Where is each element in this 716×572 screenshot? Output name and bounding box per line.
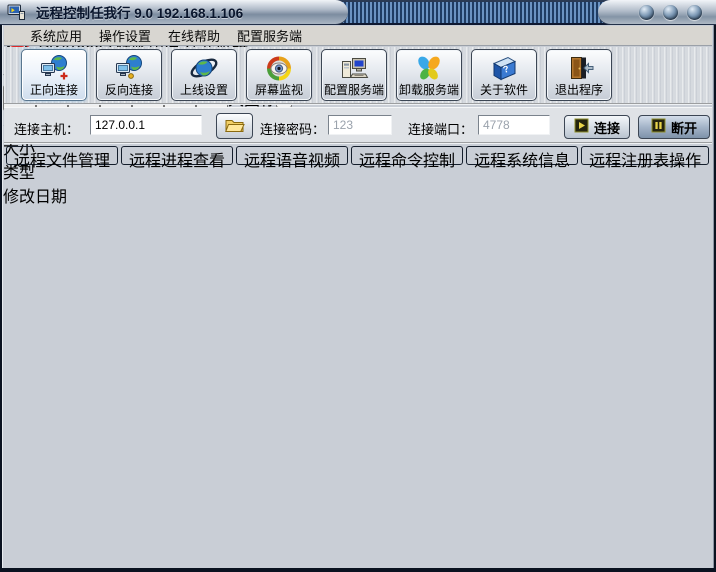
- port-input[interactable]: [478, 115, 550, 135]
- tab-4[interactable]: 远程系统信息: [466, 146, 578, 165]
- maximize-button[interactable]: [663, 5, 678, 20]
- forward-connect-icon: [39, 52, 69, 83]
- online-settings-button[interactable]: 上线设置: [171, 49, 237, 101]
- disconnect-button-label: 断开: [671, 118, 697, 137]
- connect-button-label: 连接: [594, 118, 620, 137]
- window-title: 远程控制任我行 9.0 192.168.1.106: [36, 2, 243, 22]
- screen-monitor-button[interactable]: 屏幕监视: [246, 49, 312, 101]
- uninstall-server-icon: [414, 52, 444, 83]
- toolbar-button-label: 关于软件: [480, 83, 528, 97]
- toolbar-button-label: 退出程序: [555, 83, 603, 97]
- host-label: 连接主机：: [14, 119, 79, 138]
- close-button[interactable]: [687, 5, 702, 20]
- connection-bar: 连接主机： 连接密码： 连接端口： 连接 断开: [4, 107, 712, 144]
- configure-server-icon: [339, 52, 369, 83]
- open-folder-icon: [224, 117, 245, 136]
- screen-monitor-icon: [264, 52, 294, 83]
- menu-bar: 系统应用操作设置在线帮助配置服务端: [4, 26, 712, 46]
- exit-door-button[interactable]: 退出程序: [546, 49, 612, 101]
- menu-item-3[interactable]: 配置服务端: [237, 26, 302, 45]
- toolbar-button-label: 卸载服务端: [399, 83, 459, 97]
- minimize-button[interactable]: [639, 5, 654, 20]
- app-icon: [7, 4, 26, 21]
- toolbar-button-label: 屏幕监视: [255, 83, 303, 97]
- disconnect-button[interactable]: 断开: [638, 115, 710, 139]
- about-book-icon: ?: [489, 52, 519, 83]
- configure-server-button[interactable]: 配置服务端: [321, 49, 387, 101]
- exit-door-icon: [564, 52, 594, 83]
- play-icon: [574, 118, 589, 136]
- uninstall-server-button[interactable]: 卸载服务端: [396, 49, 462, 101]
- password-input[interactable]: [328, 115, 392, 135]
- host-input[interactable]: [90, 115, 202, 135]
- toolbar-button-label: 反向连接: [105, 83, 153, 97]
- menu-item-2[interactable]: 在线帮助: [168, 26, 220, 45]
- password-label: 连接密码：: [260, 119, 325, 138]
- main-toolbar: 正向连接反向连接上线设置屏幕监视配置服务端卸载服务端?关于软件退出程序: [4, 47, 712, 105]
- tab-1[interactable]: 远程进程查看: [121, 146, 233, 165]
- reverse-connect-button[interactable]: 反向连接: [96, 49, 162, 101]
- forward-connect-button[interactable]: 正向连接: [21, 49, 87, 101]
- menu-item-0[interactable]: 系统应用: [30, 26, 82, 45]
- menu-item-1[interactable]: 操作设置: [99, 26, 151, 45]
- browse-hosts-button[interactable]: [216, 113, 253, 139]
- title-bar[interactable]: 远程控制任我行 9.0 192.168.1.106: [0, 0, 716, 25]
- pause-icon: [651, 118, 666, 136]
- online-settings-icon: [189, 52, 219, 83]
- window-body: 系统应用操作设置在线帮助配置服务端 正向连接反向连接上线设置屏幕监视配置服务端卸…: [2, 25, 714, 568]
- titlebar-right-cap: [598, 0, 716, 25]
- toolbar-button-label: 配置服务端: [324, 83, 384, 97]
- tab-2[interactable]: 远程语音视频: [236, 146, 348, 165]
- toolbar-button-label: 正向连接: [30, 83, 78, 97]
- titlebar-left-cap: 远程控制任我行 9.0 192.168.1.106: [0, 0, 348, 25]
- port-label: 连接端口：: [408, 119, 473, 138]
- toolbar-button-label: 上线设置: [180, 83, 228, 97]
- column-header-3[interactable]: 修改日期: [3, 183, 713, 207]
- tab-3[interactable]: 远程命令控制: [351, 146, 463, 165]
- tab-5[interactable]: 远程注册表操作: [581, 146, 709, 165]
- titlebar-stripes: [330, 2, 604, 23]
- tab-0[interactable]: 远程文件管理: [6, 146, 118, 165]
- about-book-button[interactable]: ?关于软件: [471, 49, 537, 101]
- tab-bar: 远程文件管理远程进程查看远程语音视频远程命令控制远程系统信息远程注册表操作: [6, 146, 709, 166]
- connect-button[interactable]: 连接: [564, 115, 630, 139]
- app-window: 远程控制任我行 9.0 192.168.1.106 系统应用操作设置在线帮助配置…: [0, 0, 716, 572]
- reverse-connect-icon: [114, 52, 144, 83]
